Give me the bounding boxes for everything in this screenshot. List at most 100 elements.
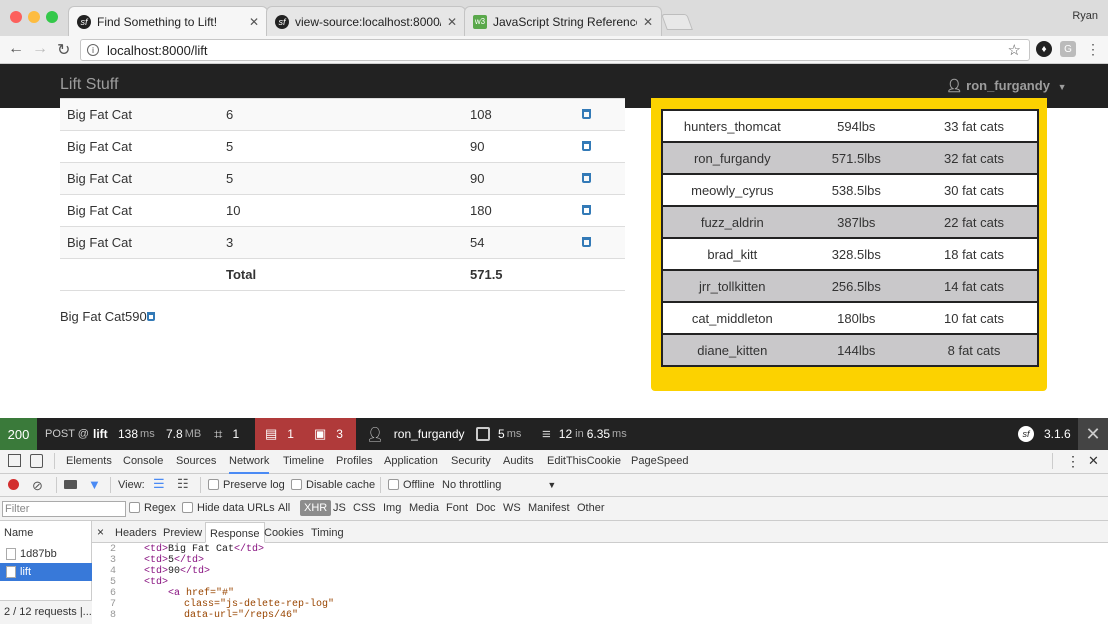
extension-fire-icon[interactable]: ♦	[1036, 41, 1052, 57]
profile-name[interactable]: Ryan	[1072, 10, 1098, 22]
devtools-tab-sources[interactable]: Sources	[176, 455, 216, 467]
symfony-debug-toolbar: 200 POST @ lift 138 ms 7.8 MB ⌗ 1 ▤ 1 ▣ 3 …	[0, 418, 1108, 450]
trash-icon[interactable]	[582, 109, 591, 119]
divider	[110, 477, 111, 493]
record-icon[interactable]	[8, 479, 19, 490]
security-panel[interactable]: 👤︎ ron_furgandy	[366, 418, 465, 450]
filter-type-other[interactable]: Other	[577, 502, 605, 514]
filter-type-media[interactable]: Media	[409, 502, 439, 514]
symfony-version[interactable]: sf 3.1.6	[1018, 418, 1071, 450]
trash-icon[interactable]	[582, 173, 591, 183]
filter-type-manifest[interactable]: Manifest	[528, 502, 570, 514]
subtab-timing[interactable]: Timing	[311, 527, 344, 539]
maximize-window-button[interactable]	[46, 11, 58, 23]
forms-panel[interactable]: ⌗ 1	[214, 418, 239, 450]
hide-data-urls-checkbox[interactable]: Hide data URLs	[182, 502, 275, 514]
logs-panel[interactable]: ▤ 1	[255, 418, 306, 450]
code-tag: <a	[168, 588, 187, 599]
subtab-cookies[interactable]: Cookies	[264, 527, 304, 539]
preserve-log-checkbox[interactable]: Preserve log	[208, 479, 285, 491]
filter-type-ws[interactable]: WS	[503, 502, 521, 514]
close-tab-icon[interactable]: ✕	[447, 15, 457, 29]
reload-icon[interactable]: ↻	[57, 40, 70, 60]
table-row: Big Fat Cat 10 180	[60, 194, 625, 227]
leader-weight: 180lbs	[801, 301, 911, 335]
checkbox-label: Regex	[144, 502, 176, 514]
devtools-tab-elements[interactable]: Elements	[66, 455, 112, 467]
filter-type-font[interactable]: Font	[446, 502, 468, 514]
close-toolbar-icon[interactable]: ✕	[1078, 418, 1108, 450]
filter-type-all[interactable]: All	[278, 502, 290, 514]
user-icon: 👤︎	[946, 78, 963, 93]
subtab-response[interactable]: Response	[205, 522, 265, 543]
request-route[interactable]: POST @ lift	[45, 418, 108, 450]
name-column-header[interactable]: Name	[4, 527, 33, 539]
user-dropdown[interactable]: 👤︎ ron_furgandy ▼	[946, 78, 1066, 94]
close-tab-icon[interactable]: ✕	[249, 15, 259, 29]
devtools-tab-security[interactable]: Security	[451, 455, 491, 467]
close-tab-icon[interactable]: ✕	[643, 15, 653, 29]
devtools-tab-network[interactable]: Network	[229, 450, 270, 474]
close-devtools-icon[interactable]: ✕	[1088, 453, 1099, 469]
address-bar[interactable]: i localhost:8000/lift ☆	[80, 39, 1030, 61]
devtools-tab-pagespeed[interactable]: PageSpeed	[631, 455, 689, 467]
status-code[interactable]: 200	[0, 418, 37, 450]
filter-input[interactable]: Filter	[2, 501, 126, 517]
filter-funnel-icon[interactable]: ▼	[88, 477, 101, 492]
devtools-tab-console[interactable]: Console	[123, 455, 163, 467]
filter-type-css[interactable]: CSS	[353, 502, 376, 514]
close-window-button[interactable]	[10, 11, 22, 23]
browser-tab-view-source[interactable]: sf view-source:localhost:8000/lif ✕	[266, 6, 466, 36]
list-view-icon[interactable]: ☰	[153, 476, 165, 492]
bookmark-star-icon[interactable]: ☆	[1008, 41, 1021, 59]
trash-icon[interactable]	[582, 141, 591, 151]
filter-type-js[interactable]: JS	[333, 502, 346, 514]
regex-checkbox[interactable]: Regex	[129, 502, 176, 514]
inspect-element-icon[interactable]	[8, 454, 21, 467]
memory-usage[interactable]: 7.8 MB	[166, 418, 201, 450]
divider	[56, 477, 57, 493]
waterfall-view-icon[interactable]: ☷	[177, 476, 189, 492]
trash-icon[interactable]	[146, 312, 155, 321]
chrome-menu-icon[interactable]: ⋮	[1085, 41, 1101, 57]
extension-g-icon[interactable]: G	[1060, 41, 1076, 57]
filter-type-xhr[interactable]: XHR	[300, 500, 332, 516]
minimize-window-button[interactable]	[28, 11, 40, 23]
devtools-tab-audits[interactable]: Audits	[503, 455, 534, 467]
twig-panel[interactable]: 5 ms	[476, 418, 521, 450]
leaderboard-row: diane_kitten 144lbs 8 fat cats	[661, 333, 1040, 367]
info-icon[interactable]: i	[87, 44, 99, 56]
request-time[interactable]: 138 ms	[118, 418, 155, 450]
devtools-menu-icon[interactable]: ⋮	[1066, 453, 1080, 470]
response-source[interactable]: 2 <td>Big Fat Cat</td> 3 <td>5</td> 4 <td>9…	[92, 543, 1108, 624]
subtab-preview[interactable]: Preview	[163, 527, 202, 539]
close-detail-icon[interactable]: ×	[97, 525, 104, 539]
devtools-tab-application[interactable]: Application	[384, 455, 438, 467]
rep-count: 10	[219, 194, 463, 227]
new-rep-text: Big Fat Cat590	[60, 309, 147, 324]
database-panel[interactable]: ≡ 12 in 6.35 ms	[542, 418, 627, 450]
devtools-tab-editthiscookie[interactable]: EditThisCookie	[547, 455, 621, 467]
request-item-selected[interactable]: lift	[0, 563, 92, 581]
devtools-tab-profiles[interactable]: Profiles	[336, 455, 373, 467]
back-arrow-icon[interactable]: ←	[8, 40, 24, 58]
clear-icon[interactable]: ⊘	[32, 478, 43, 494]
camera-icon[interactable]	[64, 480, 77, 489]
throttling-select[interactable]: No throttling ▼	[442, 479, 556, 491]
filter-type-doc[interactable]: Doc	[476, 502, 496, 514]
offline-checkbox[interactable]: Offline	[388, 479, 435, 491]
devtools-tab-timeline[interactable]: Timeline	[283, 455, 324, 467]
forward-arrow-icon[interactable]: →	[32, 40, 48, 58]
site-brand[interactable]: Lift Stuff	[60, 76, 118, 94]
disable-cache-checkbox[interactable]: Disable cache	[291, 479, 375, 491]
browser-tab-js-reference[interactable]: w3 JavaScript String Reference ✕	[464, 6, 662, 36]
trash-icon[interactable]	[582, 205, 591, 215]
request-item[interactable]: 1d87bb	[0, 545, 92, 563]
device-mode-icon[interactable]	[30, 454, 43, 468]
browser-tab-lift[interactable]: sf Find Something to Lift! ✕	[68, 6, 268, 36]
subtab-headers[interactable]: Headers	[115, 527, 157, 539]
errors-panel[interactable]: ▣ 3	[306, 418, 356, 450]
trash-icon[interactable]	[582, 237, 591, 247]
filter-type-img[interactable]: Img	[383, 502, 401, 514]
new-tab-button[interactable]	[661, 14, 693, 30]
